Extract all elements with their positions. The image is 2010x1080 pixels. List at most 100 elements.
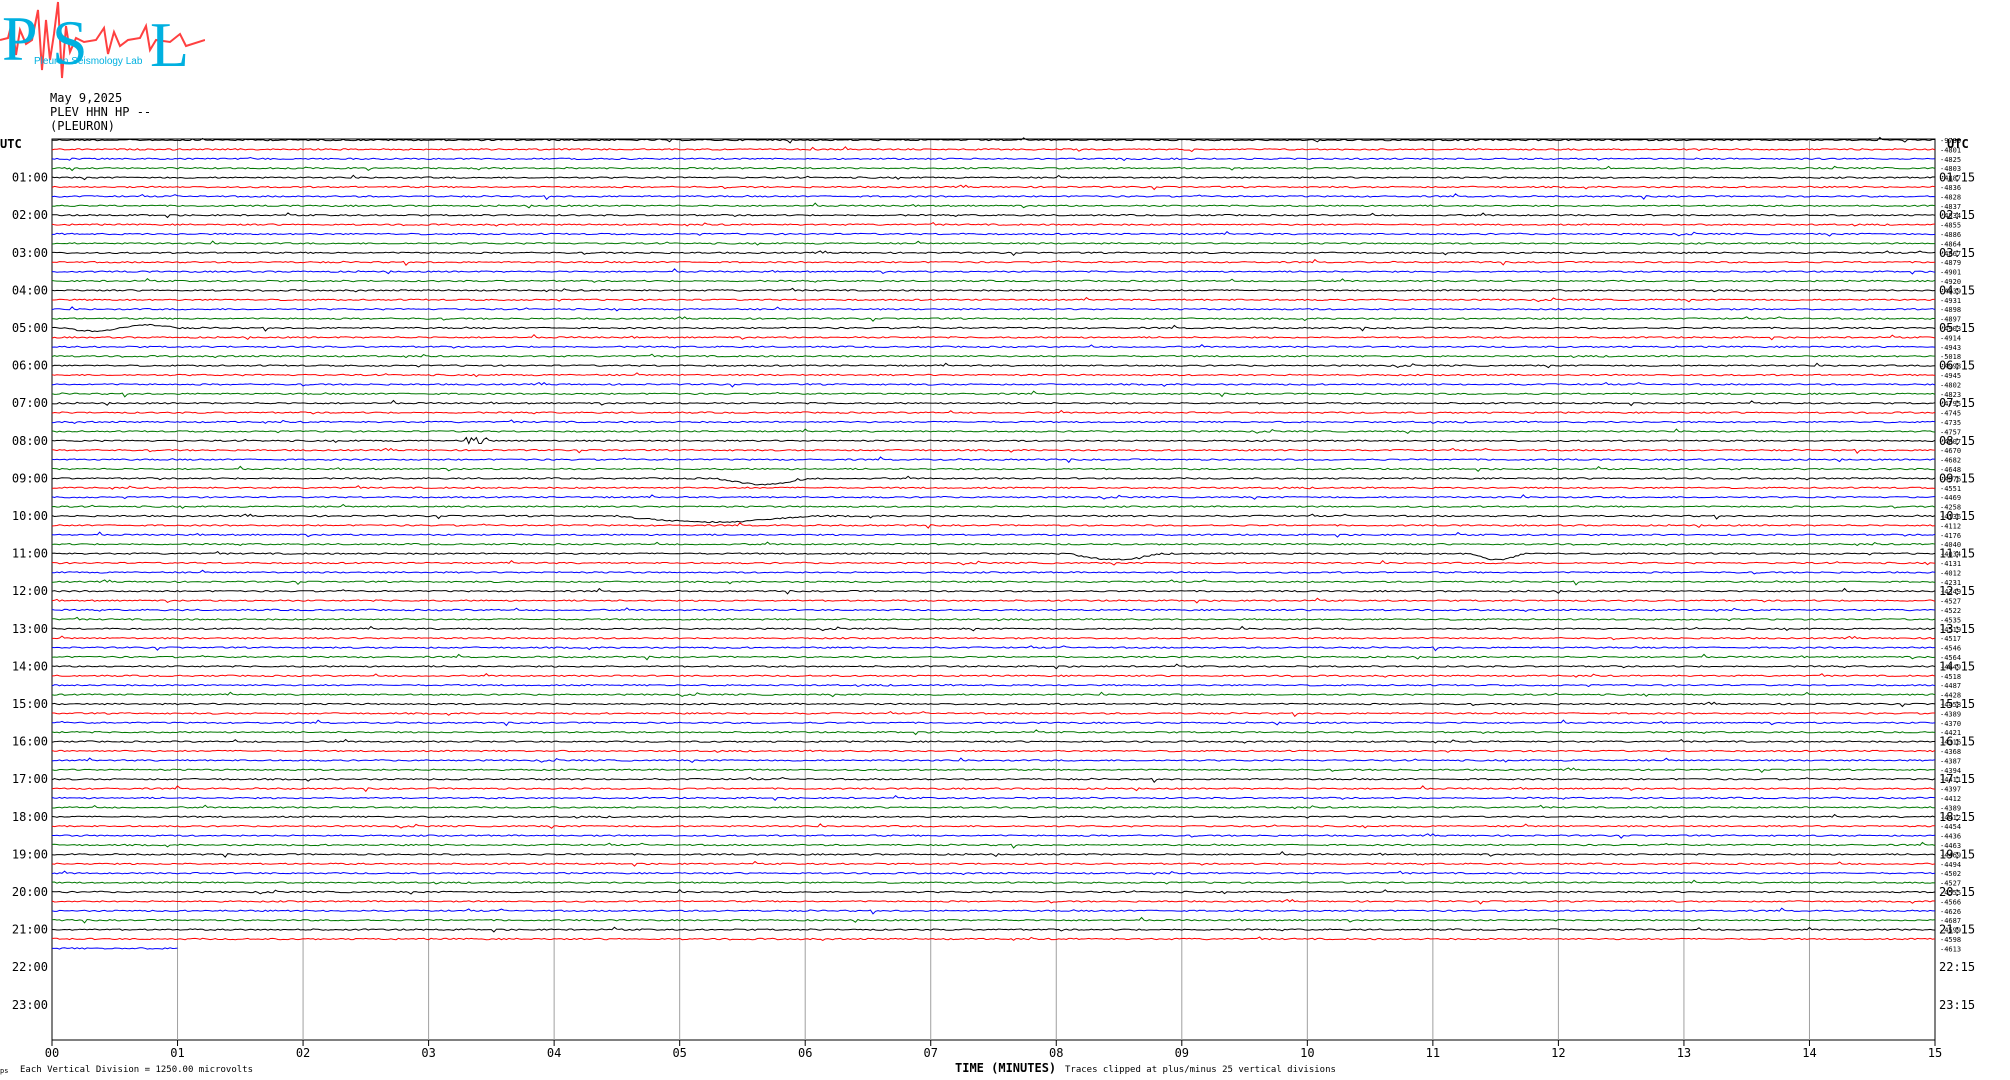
trace-offset-label: -4394 xyxy=(1940,767,1961,775)
left-hour-label: 02:00 xyxy=(12,208,48,222)
trace-line xyxy=(51,494,1936,500)
trace-line xyxy=(51,579,1936,586)
trace-line xyxy=(51,333,1936,341)
trace-offset-label: -4735 xyxy=(1940,419,1961,427)
left-hour-label: 04:00 xyxy=(12,283,48,297)
x-tick-label: 04 xyxy=(547,1046,561,1060)
x-tick-label: 07 xyxy=(924,1046,938,1060)
trace-offset-label: -4803 xyxy=(1940,165,1961,173)
right-hour-label: 22:15 xyxy=(1939,960,1975,974)
trace-offset-label: -4469 xyxy=(1940,494,1961,502)
trace-offset-label: -4566 xyxy=(1940,898,1961,906)
trace-offset-label: -4901 xyxy=(1940,269,1961,277)
trace-offset-label: -4576 xyxy=(1940,475,1961,483)
left-hour-label: 20:00 xyxy=(12,885,48,899)
trace-offset-label: -4834 xyxy=(1940,212,1961,220)
trace-offset-label: -4370 xyxy=(1940,720,1961,728)
trace-line xyxy=(52,711,1935,718)
trace-line xyxy=(51,428,1936,435)
trace-line xyxy=(51,907,1935,915)
trace-line xyxy=(52,947,178,950)
x-tick-label: 12 xyxy=(1551,1046,1565,1060)
x-tick-label: 08 xyxy=(1049,1046,1063,1060)
trace-line xyxy=(51,316,1936,322)
trace-offset-label: -4463 xyxy=(1940,842,1961,850)
trace-line xyxy=(51,399,1936,407)
trace-offset-label: -4886 xyxy=(1940,231,1961,239)
left-axis-title: UTC xyxy=(0,137,22,151)
trace-offset-label: -4527 xyxy=(1940,598,1961,606)
trace-offset-label: -4411 xyxy=(1940,776,1961,784)
trace-offset-label: -4670 xyxy=(1940,447,1961,455)
left-hour-label: 16:00 xyxy=(12,735,48,749)
trace-line xyxy=(51,729,1936,736)
trace-offset-label: -4823 xyxy=(1940,391,1961,399)
trace-offset-label: -4903 xyxy=(1940,325,1961,333)
trace-line xyxy=(51,323,1936,333)
trace-offset-label: -4258 xyxy=(1940,504,1961,512)
trace-offset-label: -4864 xyxy=(1940,240,1961,248)
left-hour-label: 14:00 xyxy=(12,659,48,673)
trace-line xyxy=(51,146,1936,153)
trace-offset-label: -4802 xyxy=(1940,381,1961,389)
trace-offset-label: -4502 xyxy=(1940,870,1961,878)
trace-offset-label: -4598 xyxy=(1940,936,1961,944)
x-tick-label: 10 xyxy=(1300,1046,1314,1060)
trace-offset-label: -4626 xyxy=(1940,908,1961,916)
trace-offset-label: -4825 xyxy=(1940,156,1961,164)
trace-offset-label: -4648 xyxy=(1940,466,1961,474)
x-axis-title: TIME (MINUTES) xyxy=(955,1061,1057,1075)
trace-line xyxy=(52,250,1936,257)
trace-line xyxy=(51,850,1936,858)
trace-offset-label: -4421 xyxy=(1940,729,1961,737)
trace-line xyxy=(51,597,1936,604)
trace-line xyxy=(51,860,1936,867)
trace-line xyxy=(51,258,1936,266)
x-tick-label: 03 xyxy=(421,1046,435,1060)
trace-offset-label: -4855 xyxy=(1940,222,1961,230)
left-hour-label: 12:00 xyxy=(12,584,48,598)
trace-line xyxy=(51,193,1936,201)
left-hour-label: 15:00 xyxy=(12,697,48,711)
trace-line xyxy=(51,673,1936,678)
trace-line xyxy=(51,776,1936,783)
trace-line xyxy=(51,785,1936,793)
plot-frame xyxy=(51,138,1936,1041)
trace-line xyxy=(52,136,1935,144)
trace-line xyxy=(52,833,1936,839)
trace-line xyxy=(51,485,1936,490)
trace-offset-label: -4112 xyxy=(1940,522,1961,530)
trace-line xyxy=(52,231,1936,237)
scale-note: Each Vertical Division = 1250.00 microvo… xyxy=(20,1065,253,1075)
trace-offset-label: -4807 xyxy=(1940,438,1961,446)
trace-line xyxy=(52,616,1936,622)
x-tick-label: 00 xyxy=(45,1046,59,1060)
trace-line xyxy=(51,522,1936,529)
trace-line xyxy=(51,184,1936,191)
trace-offset-label: -4757 xyxy=(1940,428,1961,436)
trace-line xyxy=(51,767,1936,774)
trace-line xyxy=(51,475,1936,486)
trace-offset-label: -4494 xyxy=(1940,861,1961,869)
trace-offset-label: -4517 xyxy=(1940,635,1961,643)
clip-note: Traces clipped at plus/minus 25 vertical… xyxy=(1065,1065,1336,1075)
trace-line xyxy=(51,174,1936,181)
trace-line xyxy=(51,165,1936,172)
trace-offset-label: -4412 xyxy=(1940,795,1961,803)
trace-offset-label: -4897 xyxy=(1940,316,1961,324)
trace-offset-label: -4551 xyxy=(1940,485,1961,493)
trace-offset-label: -4131 xyxy=(1940,560,1961,568)
trace-line xyxy=(52,804,1936,810)
trace-line xyxy=(51,749,1936,753)
trace-offset-label: -4682 xyxy=(1940,457,1961,465)
trace-offset-label: -4887 xyxy=(1940,175,1961,183)
trace-offset-label: -4389 xyxy=(1940,804,1961,812)
trace-line xyxy=(51,587,1936,595)
trace-offset-label: -4518 xyxy=(1940,673,1961,681)
trace-line xyxy=(51,813,1936,819)
trace-offset-label: -4387 xyxy=(1940,757,1961,765)
trace-line xyxy=(51,268,1936,275)
trace-offset-label: -4454 xyxy=(1940,823,1961,831)
trace-offset-label: -4745 xyxy=(1940,410,1961,418)
left-hour-label: 11:00 xyxy=(12,547,48,561)
